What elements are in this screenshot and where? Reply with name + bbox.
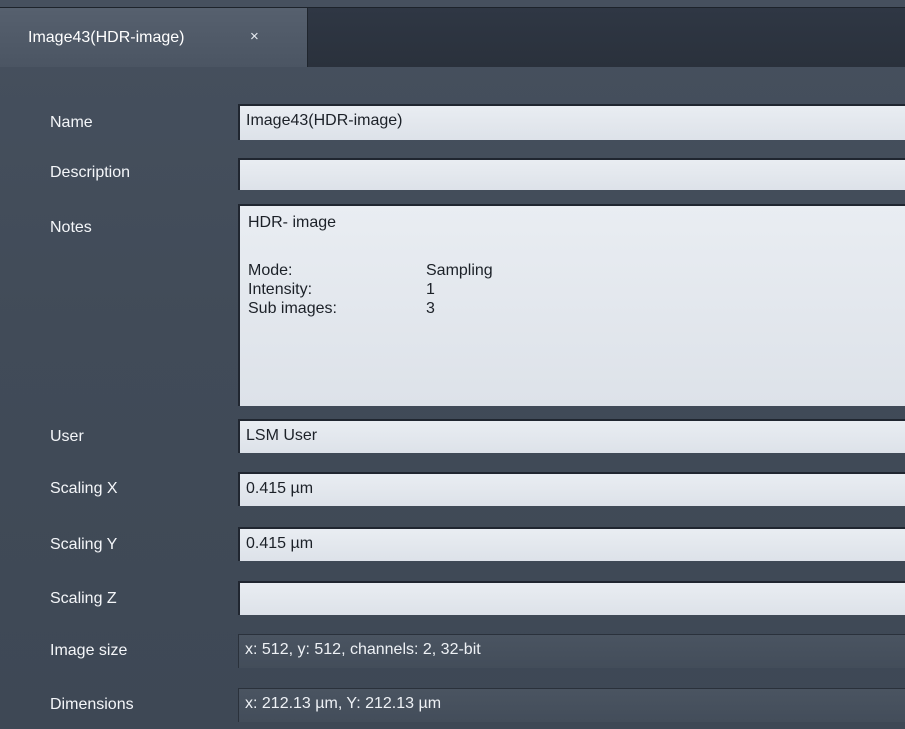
image-properties-panel: Name Image43(HDR-image) Description Note… bbox=[0, 66, 905, 729]
notes-mode-key: Mode: bbox=[248, 262, 293, 279]
user-label: User bbox=[50, 428, 84, 445]
image-size-label: Image size bbox=[50, 642, 128, 659]
notes-intensity-key: Intensity: bbox=[248, 281, 313, 298]
scaling-y-label: Scaling Y bbox=[50, 536, 118, 553]
tab-image43-hdr[interactable]: Image43(HDR-image) × bbox=[0, 8, 308, 67]
tab-title: Image43(HDR-image) bbox=[28, 29, 185, 46]
image-size-field: x: 512, y: 512, channels: 2, 32-bit bbox=[238, 634, 905, 668]
notes-heading: HDR- image bbox=[248, 214, 337, 231]
dimensions-label: Dimensions bbox=[50, 696, 134, 713]
scaling-y-field[interactable]: 0.415 µm bbox=[238, 527, 905, 561]
description-field[interactable] bbox=[238, 158, 905, 190]
tab-bar: Image43(HDR-image) × bbox=[0, 7, 905, 67]
notes-subimages-key: Sub images: bbox=[248, 300, 337, 317]
scaling-z-field[interactable] bbox=[238, 581, 905, 615]
scaling-x-label: Scaling X bbox=[50, 480, 118, 497]
notes-label: Notes bbox=[50, 219, 92, 236]
close-icon[interactable]: × bbox=[250, 28, 259, 45]
notes-intensity-value: 1 bbox=[426, 281, 435, 298]
notes-mode-value: Sampling bbox=[426, 262, 493, 279]
name-label: Name bbox=[50, 114, 93, 131]
scaling-z-label: Scaling Z bbox=[50, 590, 117, 607]
notes-field[interactable]: HDR- image Mode: Sampling Intensity: 1 S… bbox=[238, 204, 905, 406]
scaling-x-field[interactable]: 0.415 µm bbox=[238, 472, 905, 506]
notes-subimages-value: 3 bbox=[426, 300, 435, 317]
description-label: Description bbox=[50, 164, 131, 181]
image-info-window: Image43(HDR-image) × Name Image43(HDR-im… bbox=[0, 0, 905, 729]
user-field[interactable]: LSM User bbox=[238, 419, 905, 453]
name-field[interactable]: Image43(HDR-image) bbox=[238, 104, 905, 140]
dimensions-field: x: 212.13 µm, Y: 212.13 µm bbox=[238, 688, 905, 722]
